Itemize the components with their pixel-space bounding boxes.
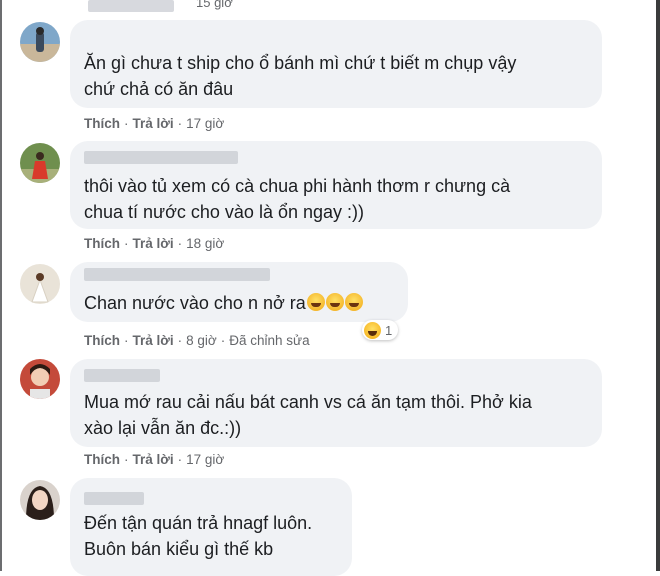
comment-actions: Thích · Trả lời · 18 giờ xyxy=(84,236,224,251)
comment-time[interactable]: 17 giờ xyxy=(186,452,224,467)
like-button[interactable]: Thích xyxy=(84,236,120,251)
avatar-wedding-image xyxy=(20,264,60,304)
comment-time[interactable]: 17 giờ xyxy=(186,116,224,131)
avatar-red-dress-image xyxy=(20,143,60,183)
separator: · xyxy=(220,333,226,348)
blurred-name xyxy=(84,268,270,281)
separator: · xyxy=(177,236,183,251)
avatar[interactable] xyxy=(20,22,60,62)
blurred-name xyxy=(84,151,238,164)
comment-bubble: thôi vào tủ xem có cà chua phi hành thơm… xyxy=(70,141,602,229)
edited-label[interactable]: Đã chỉnh sửa xyxy=(229,333,309,348)
comment-text: Mua mớ rau cải nấu bát canh vs cá ăn tạm… xyxy=(84,392,532,438)
comment-text: Đến tận quán trả hnagf luôn. Buôn bán kiể… xyxy=(84,513,313,559)
laughing-emoji xyxy=(306,293,325,311)
reply-button[interactable]: Trả lời xyxy=(133,452,174,467)
comment-bubble: Ăn gì chưa t ship cho ổ bánh mì chứ t bi… xyxy=(70,20,602,108)
comment-time[interactable]: 18 giờ xyxy=(186,236,224,251)
comment-bubble: Đến tận quán trả hnagf luôn. Buôn bán kiể… xyxy=(70,478,352,576)
comment-bubble: Mua mớ rau cải nấu bát canh vs cá ăn tạm… xyxy=(70,359,602,447)
window-edge-left xyxy=(0,0,2,571)
blurred-name xyxy=(88,0,174,12)
comment-actions: Thích · Trả lời · 17 giờ xyxy=(84,116,224,131)
reply-button[interactable]: Trả lời xyxy=(133,236,174,251)
like-button[interactable]: Thích xyxy=(84,333,120,348)
like-button[interactable]: Thích xyxy=(84,452,120,467)
like-button[interactable]: Thích xyxy=(84,116,120,131)
reply-button[interactable]: Trả lời xyxy=(133,333,174,348)
avatar[interactable] xyxy=(20,264,60,304)
separator: · xyxy=(177,452,183,467)
reaction-summary[interactable]: 1 xyxy=(362,320,399,340)
comment-text: thôi vào tủ xem có cà chua phi hành thơm… xyxy=(84,176,511,222)
separator: · xyxy=(124,452,129,467)
comment-bubble: Chan nước vào cho n nở ra xyxy=(70,262,408,322)
comment-text: Chan nước vào cho n nở ra xyxy=(84,290,363,316)
blurred-name xyxy=(84,492,144,505)
avatar-beach-image xyxy=(20,22,60,62)
blurred-name xyxy=(84,369,160,382)
separator: · xyxy=(177,333,183,348)
window-edge-right xyxy=(656,0,660,571)
avatar-girl-image xyxy=(20,359,60,399)
comment-actions: Thích · Trả lời · 17 giờ xyxy=(84,452,224,467)
separator: · xyxy=(177,116,183,131)
avatar[interactable] xyxy=(20,143,60,183)
avatar[interactable] xyxy=(20,480,60,520)
comment-text: Ăn gì chưa t ship cho ổ bánh mì chứ t bi… xyxy=(84,53,517,99)
avatar[interactable] xyxy=(20,359,60,399)
haha-reaction-icon xyxy=(364,321,381,339)
reaction-count: 1 xyxy=(385,322,393,338)
laughing-emoji xyxy=(344,293,363,311)
comment-time[interactable]: 8 giờ xyxy=(186,333,217,348)
avatar-dark-hair-image xyxy=(20,480,60,520)
comment-actions: Thích · Trả lời · 8 giờ · Đã chỉnh sửa xyxy=(84,333,310,348)
previous-comment-time: 15 giờ xyxy=(196,0,233,10)
separator: · xyxy=(124,116,129,131)
separator: · xyxy=(124,333,129,348)
reply-button[interactable]: Trả lời xyxy=(133,116,174,131)
laughing-emoji xyxy=(325,293,344,311)
separator: · xyxy=(124,236,129,251)
